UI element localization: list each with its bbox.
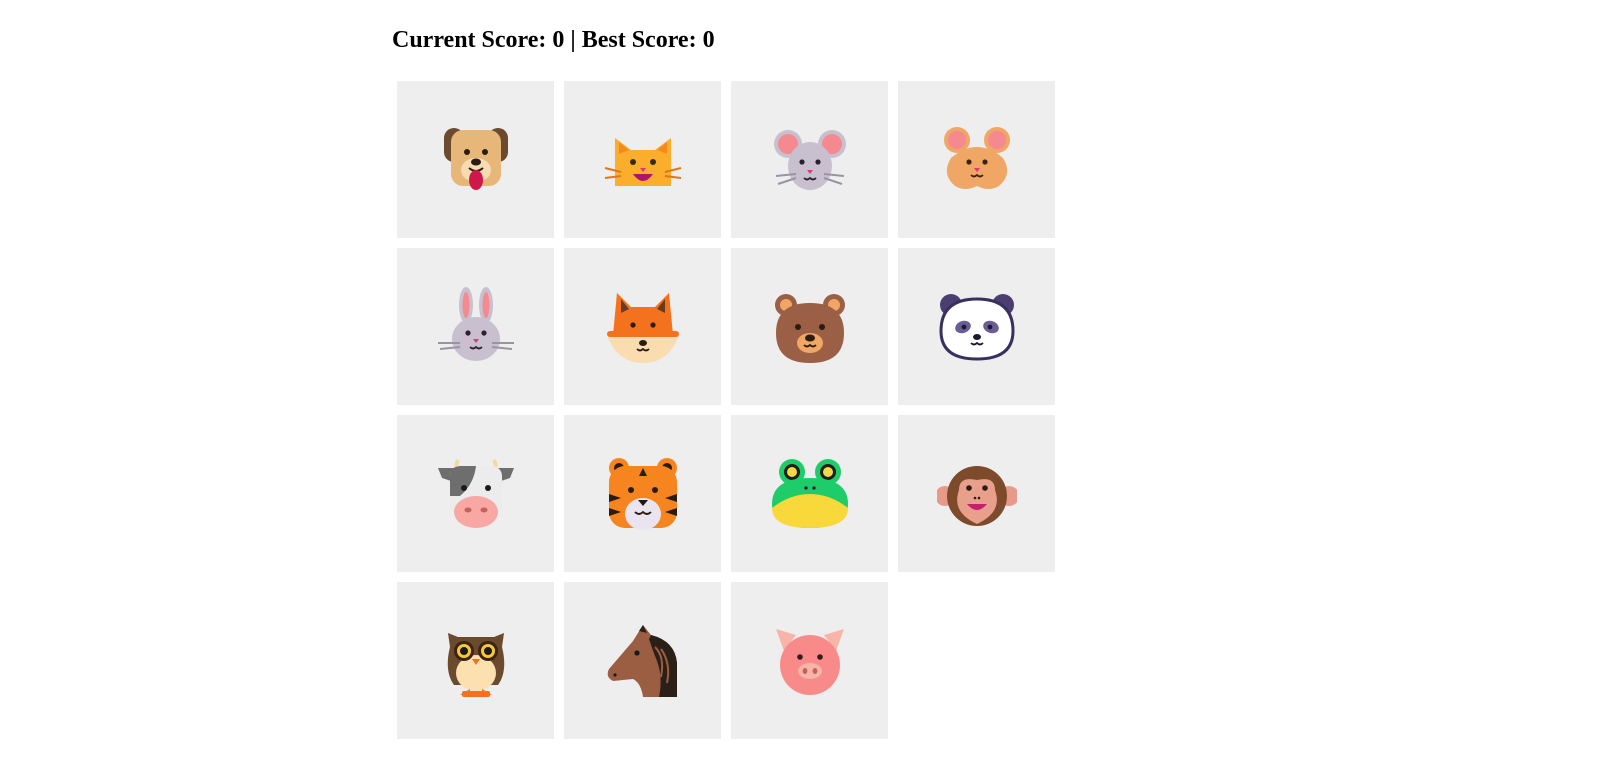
cat-icon (604, 137, 681, 186)
current-score-label: Current Score: (392, 27, 547, 53)
bear-icon (774, 293, 845, 363)
score-separator: | (570, 27, 576, 53)
best-score-value: 0 (702, 27, 715, 53)
fox-icon (606, 292, 679, 363)
card-tiger[interactable] (564, 415, 721, 572)
pig-icon (775, 628, 844, 695)
mouse-icon (773, 129, 846, 190)
best-score-label: Best Score: (581, 27, 697, 53)
card-cat[interactable] (564, 81, 721, 238)
card-pig[interactable] (731, 582, 888, 739)
card-dog[interactable] (397, 81, 554, 238)
monkey-icon (936, 465, 1017, 526)
rabbit-icon (437, 286, 514, 361)
owl-icon (447, 632, 504, 697)
card-monkey[interactable] (898, 415, 1055, 572)
card-owl[interactable] (397, 582, 554, 739)
card-frog[interactable] (731, 415, 888, 572)
card-horse[interactable] (564, 582, 721, 739)
card-cow[interactable] (397, 415, 554, 572)
current-score-value: 0 (552, 27, 565, 53)
card-panda[interactable] (898, 248, 1055, 405)
card-hamster[interactable] (898, 81, 1055, 238)
horse-icon (607, 624, 677, 697)
card-grid (397, 81, 1055, 739)
frog-icon (771, 458, 848, 528)
card-rabbit[interactable] (397, 248, 554, 405)
cow-icon (437, 458, 514, 528)
hamster-icon (943, 126, 1010, 189)
scoreboard: Current Score: 0 | Best Score: 0 (392, 27, 715, 54)
card-fox[interactable] (564, 248, 721, 405)
tiger-icon (608, 457, 677, 530)
card-mouse[interactable] (731, 81, 888, 238)
card-bear[interactable] (731, 248, 888, 405)
panda-icon (938, 293, 1015, 361)
dog-icon (443, 127, 508, 190)
